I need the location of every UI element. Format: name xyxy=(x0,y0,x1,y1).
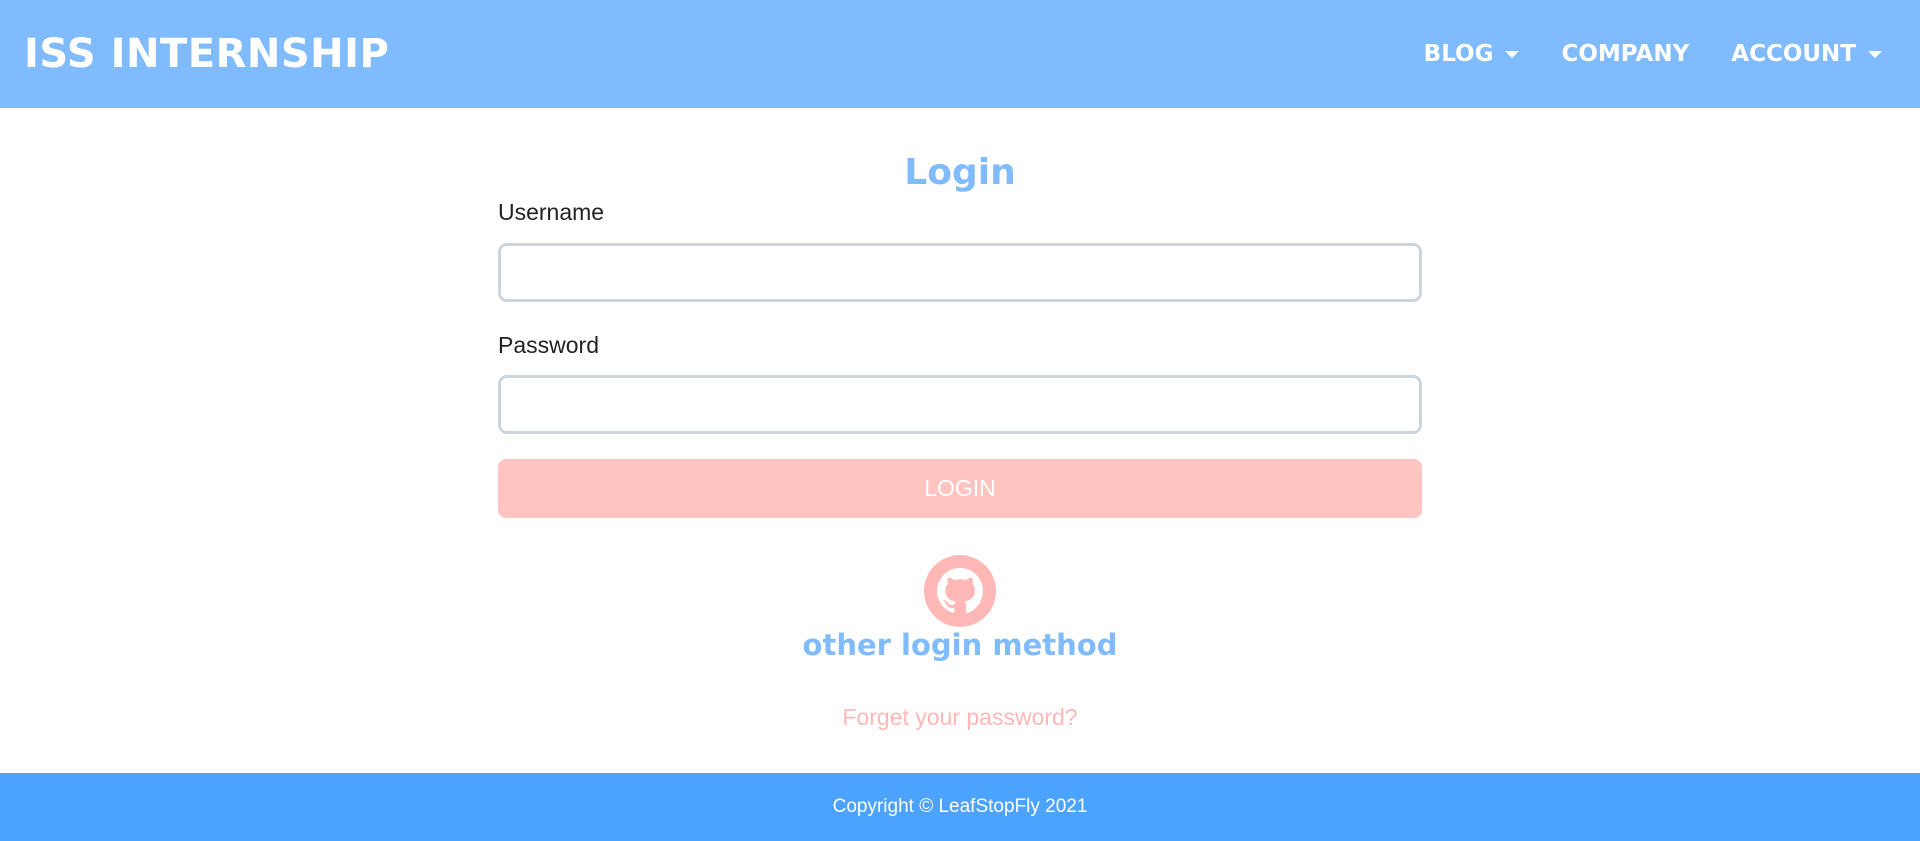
forget-password-link[interactable]: Forget your password? xyxy=(498,704,1422,731)
github-icon[interactable] xyxy=(924,555,996,627)
username-input[interactable] xyxy=(498,243,1422,302)
login-button[interactable]: LOGIN xyxy=(498,459,1422,518)
password-input[interactable] xyxy=(498,375,1422,434)
nav-company-link[interactable]: COMPANY xyxy=(1561,41,1689,67)
nav-blog-dropdown[interactable]: BLOG xyxy=(1424,41,1520,67)
main-content: Login Username Password LOGIN other logi… xyxy=(0,108,1920,773)
nav-company-label: COMPANY xyxy=(1561,41,1690,67)
username-label: Username xyxy=(498,199,605,225)
nav-blog-label: BLOG xyxy=(1423,41,1494,67)
nav-links: BLOG COMPANY ACCOUNT xyxy=(1424,41,1882,67)
footer: Copyright © LeafStopFly 2021 xyxy=(0,773,1920,841)
password-label: Password xyxy=(498,332,599,358)
page-title: Login xyxy=(904,152,1016,193)
caret-down-icon xyxy=(1868,50,1882,58)
other-login-method-link[interactable]: other login method xyxy=(498,628,1422,662)
caret-down-icon xyxy=(1505,50,1520,58)
nav-account-dropdown[interactable]: ACCOUNT xyxy=(1731,41,1882,67)
footer-copyright: Copyright © LeafStopFly 2021 xyxy=(832,796,1088,817)
nav-account-label: ACCOUNT xyxy=(1731,41,1856,67)
navbar: ISS INTERNSHIP BLOG COMPANY ACCOUNT xyxy=(0,0,1920,108)
brand-logo-link[interactable]: ISS INTERNSHIP xyxy=(24,31,389,77)
